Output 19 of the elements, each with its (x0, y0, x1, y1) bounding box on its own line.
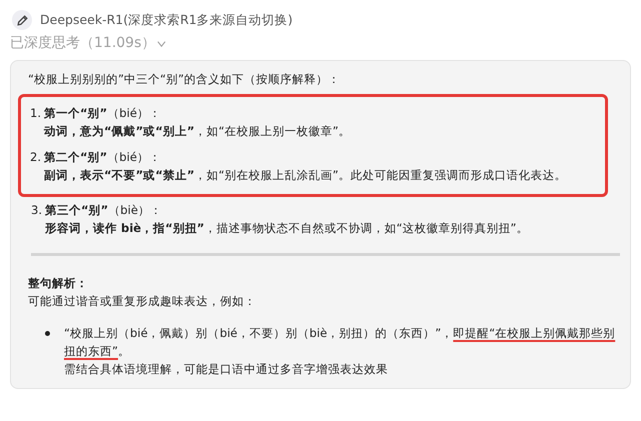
list-number: 1. (30, 105, 42, 122)
model-name: Deepseek-R1(深度求索R1多来源自动切换) (40, 12, 293, 28)
item-description: 动词，意为“佩戴”或“别上”，如“在校服上别一枚徽章”。 (44, 123, 350, 140)
bullet-text: “校服上别（bié，佩戴）别（bié，不要）别（biè，别扭）的（东西）”，即提醒“在校服上别佩戴那些别扭的东西”。 (64, 325, 616, 360)
item-description: 副词，表示“不要”或“禁止”，如“别在校服上乱涂乱画”。此处可能因重复强调而形成口语化表达。 (44, 167, 566, 184)
intro-text: “校服上别别别的”中三个“别”的含义如下（按顺序解释）： (27, 71, 342, 88)
item-title: 第三个“别”（biè）： (45, 202, 163, 219)
list-number: 3. (31, 202, 44, 219)
item-title: 第二个“别”（bié）： (44, 149, 162, 166)
section-heading: 整句解析： (27, 275, 89, 292)
chevron-icon (157, 38, 166, 48)
list-number: 2. (30, 149, 42, 166)
item-description: 形容词，读作 biè，指“别扭”，描述事物状态不自然或不协调，如“这枚徽章别得真别扭”。 (45, 220, 528, 237)
note-text: 需结合具体语境理解，可能是口语中通过多音字增强表达效果 (64, 361, 389, 378)
bullet-icon (45, 331, 50, 336)
summary-text: 可能通过谐音或重复形成趣味表达，例如： (27, 293, 257, 310)
item-title: 第一个“别”（bié）： (44, 105, 162, 122)
thinking-toggle[interactable]: 已深度思考（11.09s） (10, 34, 166, 52)
pencil-icon[interactable] (12, 10, 32, 30)
